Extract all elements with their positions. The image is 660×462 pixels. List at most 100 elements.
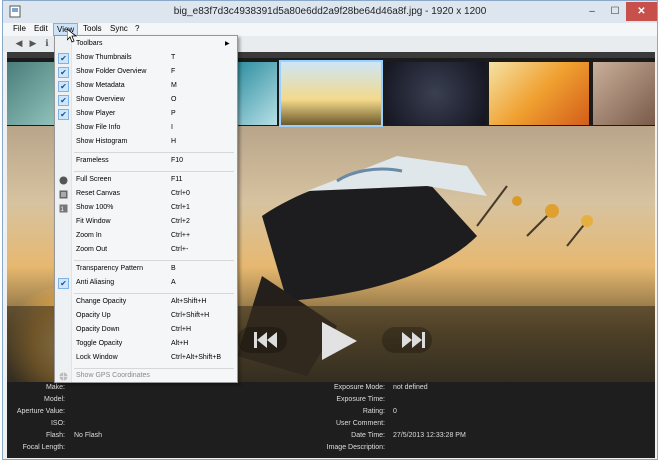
menu-item-transparency-pattern[interactable]: Transparency Pattern B: [55, 263, 237, 276]
menu-item-show-thumbnails[interactable]: ✔ Show Thumbnails T: [55, 52, 237, 65]
previous-button[interactable]: [237, 327, 287, 353]
thumbnail[interactable]: [237, 62, 277, 125]
menu-item-show-gps-coordinates: Show GPS Coordinates: [55, 370, 237, 383]
menu-item-label: Show File Info: [76, 124, 121, 131]
menu-item-anti-aliasing[interactable]: ✔ Anti Aliasing A: [55, 277, 237, 290]
actual-size-icon: 1: [59, 204, 68, 213]
menu-item-label: Frameless: [76, 157, 109, 164]
menu-item-opacity-up[interactable]: Opacity Up Ctrl+Shift+H: [55, 310, 237, 323]
mouse-cursor-icon: [67, 29, 77, 43]
menu-sync[interactable]: Sync: [110, 24, 128, 33]
thumbnail[interactable]: [385, 62, 485, 125]
menu-item-reset-canvas[interactable]: Reset Canvas Ctrl+0: [55, 188, 237, 201]
metadata-label: Model:: [43, 396, 65, 403]
menu-item-shortcut: Alt+H: [171, 340, 189, 347]
minimize-button[interactable]: –: [580, 2, 604, 21]
menu-item-zoom-out[interactable]: Zoom Out Ctrl+-: [55, 244, 237, 257]
metadata-label: Focal Length:: [22, 444, 65, 451]
submenu-arrow-icon: ▶: [225, 41, 230, 47]
checkmark-icon: ✔: [58, 109, 69, 120]
menu-item-label: Show Overview: [76, 96, 125, 103]
menu-item-show-metadata[interactable]: ✔ Show Metadata M: [55, 80, 237, 93]
checkmark-icon: ✔: [58, 81, 69, 92]
menu-item-shortcut: A: [171, 279, 176, 286]
menu-item-show-folder-overview[interactable]: ✔ Show Folder Overview F: [55, 66, 237, 79]
menu-item-label: Lock Window: [76, 354, 118, 361]
menu-item-shortcut: Ctrl+2: [171, 218, 190, 225]
menu-help[interactable]: ?: [135, 24, 139, 33]
menu-item-label: Show Player: [76, 110, 116, 117]
menu-item-full-screen[interactable]: Full Screen F11: [55, 174, 237, 187]
metadata-label: Image Description:: [326, 444, 385, 451]
next-button[interactable]: [382, 327, 432, 353]
menu-item-show-histogram[interactable]: Show Histogram H: [55, 136, 237, 149]
globe-icon: [59, 372, 68, 381]
menu-edit[interactable]: Edit: [34, 24, 48, 33]
info-icon[interactable]: ℹ: [41, 38, 53, 49]
metadata-label: Make:: [45, 384, 65, 391]
title-bar[interactable]: big_e83f7d3c4938391d5a80e6dd2a9f28be64d4…: [3, 1, 657, 23]
menu-item-zoom-in[interactable]: Zoom In Ctrl++: [55, 230, 237, 243]
menu-item-label: Toolbars: [76, 40, 103, 47]
menu-item-change-opacity[interactable]: Change Opacity Alt+Shift+H: [55, 296, 237, 309]
menu-separator: [74, 152, 234, 153]
arrow-left-icon[interactable]: ◀: [13, 38, 25, 49]
menu-item-label: Show 100%: [76, 204, 114, 211]
checkmark-icon: ✔: [58, 95, 69, 106]
metadata-label: Exposure Mode:: [334, 384, 385, 391]
reset-canvas-icon: [59, 190, 68, 199]
menu-item-opacity-down[interactable]: Opacity Down Ctrl+H: [55, 324, 237, 337]
menu-item-shortcut: Ctrl+0: [171, 190, 190, 197]
menu-item-label: Show Folder Overview: [76, 68, 147, 75]
play-button[interactable]: [322, 322, 357, 360]
menu-item-label: Change Opacity: [76, 298, 127, 305]
menu-item-fit-window[interactable]: Fit Window Ctrl+2: [55, 216, 237, 229]
player-controls: [237, 322, 432, 360]
menu-item-show-overview[interactable]: ✔ Show Overview O: [55, 94, 237, 107]
menu-item-shortcut: Alt+Shift+H: [171, 298, 207, 305]
checkmark-icon: ✔: [58, 67, 69, 78]
metadata-label: Aperture Value:: [16, 408, 65, 415]
menu-item-shortcut: Ctrl+-: [171, 246, 189, 253]
menu-tools[interactable]: Tools: [83, 24, 102, 33]
menu-item-shortcut: P: [171, 110, 176, 117]
view-menu-dropdown: Toolbars ▶ ✔ Show Thumbnails T ✔ Show Fo…: [54, 35, 238, 383]
menu-item-show-player[interactable]: ✔ Show Player P: [55, 108, 237, 121]
thumbnail-selected[interactable]: [279, 60, 383, 127]
menu-item-show-file-info[interactable]: Show File Info I: [55, 122, 237, 135]
menu-item-label: Opacity Down: [76, 326, 120, 333]
menu-item-shortcut: Ctrl+1: [171, 204, 190, 211]
menu-item-shortcut: M: [171, 82, 177, 89]
full-screen-icon: [59, 176, 68, 185]
menu-item-shortcut: Ctrl+Alt+Shift+B: [171, 354, 221, 361]
metadata-label: Date Time:: [351, 432, 385, 439]
maximize-button[interactable]: ☐: [604, 2, 626, 21]
metadata-value: No Flash: [74, 432, 103, 439]
menu-item-toolbars[interactable]: Toolbars ▶: [55, 38, 237, 51]
menu-item-show-100[interactable]: 1 Show 100% Ctrl+1: [55, 202, 237, 215]
menu-item-shortcut: F11: [171, 176, 183, 183]
menu-item-toggle-opacity[interactable]: Toggle Opacity Alt+H: [55, 338, 237, 351]
menu-item-lock-window[interactable]: Lock Window Ctrl+Alt+Shift+B: [55, 352, 237, 365]
metadata-label: Exposure Time:: [336, 396, 385, 403]
thumbnail[interactable]: [593, 62, 655, 125]
thumbnail[interactable]: [489, 62, 589, 125]
menu-item-label: Show Thumbnails: [76, 54, 132, 61]
metadata-panel: Make: Model: Aperture Value: ISO: Flash:…: [7, 382, 655, 458]
menu-item-shortcut: I: [171, 124, 173, 131]
menu-item-shortcut: Ctrl++: [171, 232, 191, 239]
menu-separator: [74, 171, 234, 172]
close-button[interactable]: ✕: [626, 2, 657, 21]
menu-item-label: Opacity Up: [76, 312, 111, 319]
menu-item-label: Transparency Pattern: [76, 265, 144, 272]
menu-item-label: Show GPS Coordinates: [76, 372, 150, 379]
metadata-label: Rating:: [362, 408, 385, 415]
menu-file[interactable]: File: [13, 24, 26, 33]
metadata-label: Flash:: [45, 432, 65, 439]
menu-item-shortcut: O: [171, 96, 177, 103]
menu-item-frameless[interactable]: Frameless F10: [55, 155, 237, 168]
menu-item-shortcut: Ctrl+H: [171, 326, 192, 333]
arrow-right-icon[interactable]: ▶: [27, 38, 39, 49]
menu-item-label: Fit Window: [76, 218, 111, 225]
menu-separator: [74, 368, 234, 369]
